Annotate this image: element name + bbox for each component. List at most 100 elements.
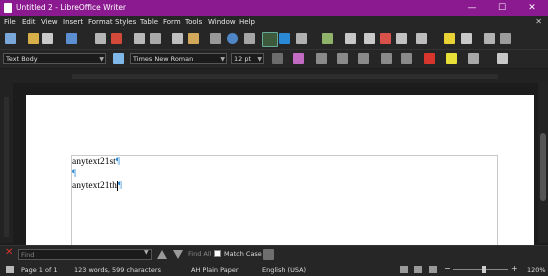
close-findbar-icon[interactable]: ✕ — [5, 247, 13, 258]
close-document-icon[interactable]: ✕ — [535, 17, 542, 26]
cut-icon[interactable] — [172, 33, 183, 44]
standard-toolbar — [0, 29, 548, 50]
menu-edit[interactable]: Edit — [22, 18, 36, 26]
insert-special-character-icon[interactable] — [345, 33, 356, 44]
pilcrow-icon: ¶ — [117, 180, 122, 190]
subscript-icon[interactable] — [337, 53, 348, 64]
find-all-button[interactable]: Find All — [188, 250, 211, 258]
templates-icon[interactable] — [28, 33, 39, 44]
print-icon[interactable] — [134, 33, 145, 44]
chevron-down-icon: ▼ — [99, 56, 104, 63]
writer-app-icon — [4, 3, 12, 13]
maximize-button[interactable]: ☐ — [491, 1, 513, 15]
menu-help[interactable]: Help — [239, 18, 255, 26]
zoom-slider-handle[interactable] — [482, 266, 486, 273]
highlight-color-icon[interactable] — [446, 53, 457, 64]
paragraph-style-value: Text Body — [6, 55, 38, 63]
open-icon[interactable] — [42, 33, 53, 44]
menu-format[interactable]: Format — [88, 18, 113, 26]
page-style[interactable]: AH Plain Paper — [191, 266, 239, 274]
minimize-button[interactable]: — — [461, 1, 483, 15]
find-replace-dialog-icon[interactable] — [263, 249, 274, 260]
font-name-combo[interactable]: Times New Roman ▼ — [130, 53, 227, 64]
menu-form[interactable]: Form — [163, 18, 181, 26]
outline-font-icon[interactable] — [401, 53, 412, 64]
language[interactable]: English (USA) — [262, 266, 306, 274]
window-title: Untitled 2 - LibreOffice Writer — [16, 3, 127, 12]
pilcrow-icon: ¶ — [115, 156, 120, 166]
insert-field-icon[interactable] — [380, 33, 391, 44]
menu-tools[interactable]: Tools — [185, 18, 202, 26]
insert-comment-icon[interactable] — [444, 33, 455, 44]
update-style-icon[interactable] — [113, 53, 124, 64]
vertical-scrollbar[interactable] — [538, 83, 548, 243]
spelling-icon[interactable] — [244, 33, 255, 44]
align-left-icon[interactable] — [497, 53, 508, 64]
find-replace-icon[interactable] — [227, 33, 238, 44]
strikethrough-icon[interactable] — [358, 53, 369, 64]
track-changes-icon[interactable] — [461, 33, 472, 44]
paragraph-2[interactable]: ¶ — [72, 168, 76, 179]
find-input[interactable]: Find — [18, 249, 152, 260]
clear-formatting-icon[interactable] — [293, 53, 304, 64]
menu-insert[interactable]: Insert — [63, 18, 83, 26]
save-icon[interactable] — [66, 33, 77, 44]
zoom-slider[interactable] — [453, 269, 508, 270]
paragraph-text: anytext21th — [72, 181, 117, 191]
print-preview-icon[interactable] — [150, 33, 161, 44]
close-window-button[interactable]: ✕ — [521, 1, 543, 15]
export-pdf-icon[interactable] — [111, 33, 122, 44]
find-next-icon[interactable] — [173, 250, 183, 259]
font-size-combo[interactable]: 12 pt ▼ — [231, 53, 264, 64]
single-page-view-icon[interactable] — [400, 266, 408, 273]
page-number[interactable]: Page 1 of 1 — [21, 266, 57, 274]
word-count[interactable]: 123 words, 599 characters — [74, 266, 161, 274]
clone-formatting-icon[interactable] — [188, 33, 199, 44]
paragraph-style-combo[interactable]: Text Body ▼ — [3, 53, 106, 64]
title-bar: Untitled 2 - LibreOffice Writer — ☐ ✕ — [0, 0, 548, 16]
insert-table-icon[interactable] — [296, 33, 307, 44]
vertical-ruler[interactable] — [0, 83, 13, 243]
chevron-down-icon[interactable]: ▼ — [144, 249, 149, 256]
insert-text-box-icon[interactable] — [484, 33, 495, 44]
font-color-icon[interactable] — [424, 53, 435, 64]
superscript-icon[interactable] — [316, 53, 327, 64]
font-name-value: Times New Roman — [133, 55, 194, 63]
zoom-out-button[interactable]: − — [444, 264, 451, 273]
formatting-marks-icon[interactable] — [279, 33, 290, 44]
menu-styles[interactable]: Styles — [115, 18, 136, 26]
menu-table[interactable]: Table — [140, 18, 158, 26]
paragraph-3[interactable]: anytext21th¶ — [72, 180, 122, 191]
paragraph-1[interactable]: anytext21st¶ — [72, 156, 120, 167]
zoom-in-button[interactable]: + — [511, 264, 518, 273]
zoom-level[interactable]: 120% — [527, 266, 546, 274]
undo-icon[interactable] — [210, 33, 221, 44]
insert-hyperlink-icon[interactable] — [416, 33, 427, 44]
text-boundaries — [71, 155, 498, 245]
insert-footnote-icon[interactable] — [396, 33, 407, 44]
chevron-down-icon: ▼ — [257, 56, 262, 63]
find-previous-icon[interactable] — [157, 250, 167, 259]
character-spacing-icon[interactable] — [468, 53, 479, 64]
export-icon[interactable] — [95, 33, 106, 44]
book-view-icon[interactable] — [429, 266, 437, 273]
horizontal-ruler[interactable] — [0, 69, 548, 84]
multi-page-view-icon[interactable] — [414, 266, 422, 273]
vertical-ruler-text-area — [4, 97, 9, 237]
match-case-label: Match Case — [224, 250, 262, 258]
draw-shapes-icon[interactable] — [500, 33, 511, 44]
paragraph-text: anytext21st — [72, 157, 116, 167]
page-break-icon[interactable] — [364, 33, 375, 44]
scrollbar-thumb[interactable] — [540, 133, 546, 201]
match-case-checkbox[interactable] — [214, 250, 221, 257]
new-document-icon[interactable] — [5, 33, 16, 44]
underline-icon[interactable] — [272, 53, 283, 64]
auto-spellcheck-icon[interactable] — [262, 32, 278, 47]
shadow-icon[interactable] — [381, 53, 392, 64]
menu-view[interactable]: View — [41, 18, 58, 26]
chevron-down-icon: ▼ — [220, 56, 225, 63]
insert-image-icon[interactable] — [322, 33, 333, 44]
menu-window[interactable]: Window — [208, 18, 236, 26]
menu-file[interactable]: File — [4, 18, 16, 26]
pilcrow-icon: ¶ — [72, 168, 77, 178]
